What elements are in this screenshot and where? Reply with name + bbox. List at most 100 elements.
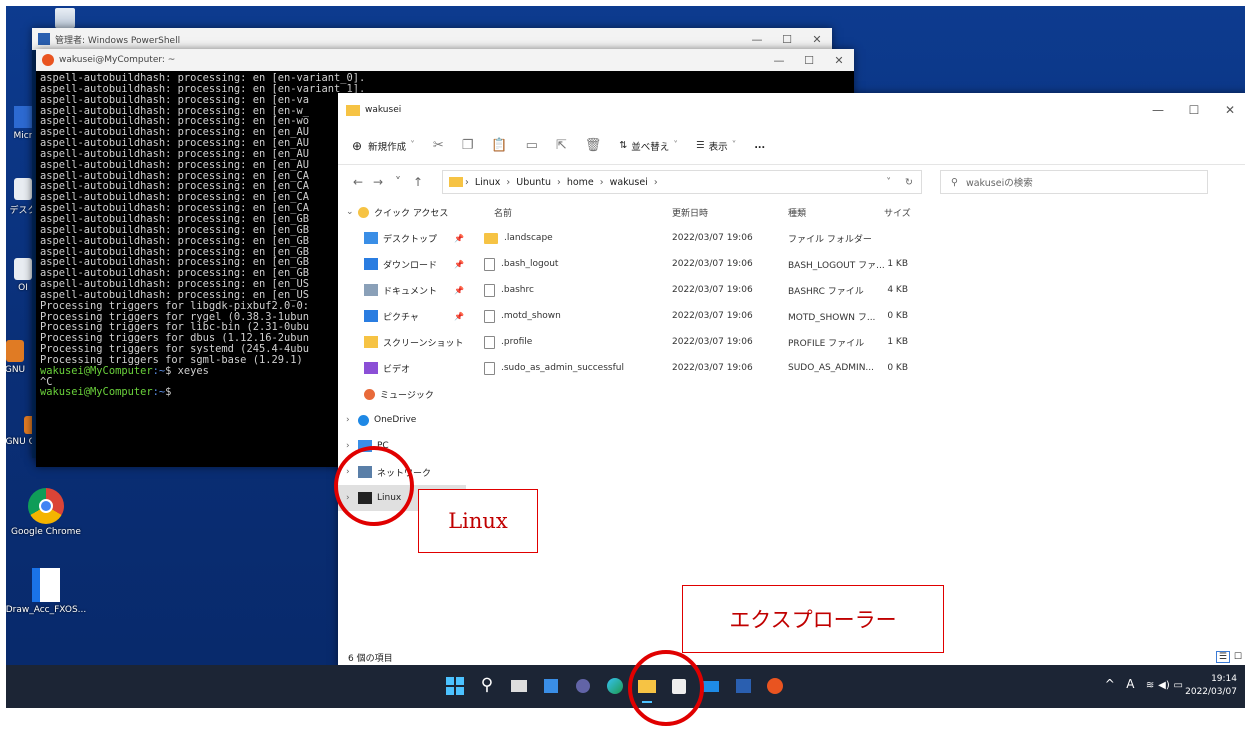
sidebar-item[interactable]: › OneDrive — [338, 407, 466, 433]
sidebar-item-label: ドキュメント — [383, 286, 438, 297]
sidebar-item[interactable]: ドキュメント 📌 — [338, 277, 466, 303]
share-icon[interactable]: ⇱ — [556, 138, 567, 153]
chevron-down-icon[interactable]: ˅ — [886, 177, 891, 188]
annotation-text-explorer: エクスプローラー — [729, 608, 897, 632]
column-date[interactable]: 更新日時 — [666, 206, 782, 219]
minimize-icon[interactable]: — — [764, 54, 794, 67]
rename-icon[interactable]: ▭ — [526, 138, 538, 153]
paste-icon[interactable]: 📋 — [491, 138, 507, 153]
powershell-taskbar-icon[interactable] — [732, 675, 754, 697]
file-row[interactable]: .bash_logout 2022/03/07 19:06 BASH_LOGOUT … — [468, 251, 1245, 277]
file-name-cell: .motd_shown — [468, 309, 666, 323]
file-row[interactable]: .landscape 2022/03/07 19:06 ファイル フォルダー — [468, 225, 1245, 251]
column-name[interactable]: 名前 — [468, 206, 666, 219]
sidebar-item[interactable]: スクリーンショット — [338, 329, 466, 355]
volume-icon[interactable]: ◀) — [1158, 680, 1170, 691]
chevron-right-icon[interactable]: › — [346, 415, 358, 425]
more-button[interactable]: ... — [754, 140, 765, 151]
breadcrumb-ubuntu[interactable]: Ubuntu — [516, 177, 551, 188]
column-type[interactable]: 種類 — [782, 206, 880, 219]
file-date: 2022/03/07 19:06 — [672, 337, 753, 347]
file-row[interactable]: .bashrc 2022/03/07 19:06 BASHRC ファイル 4 KB — [468, 277, 1245, 303]
close-icon[interactable]: ✕ — [824, 54, 854, 67]
chevron-down-icon: ˅ — [410, 140, 415, 151]
edge-icon[interactable] — [604, 675, 626, 697]
file-row[interactable]: .motd_shown 2022/03/07 19:06 MOTD_SHOWN フ.… — [468, 303, 1245, 329]
chevron-right-icon: › — [599, 176, 604, 188]
desktop-icon-draw-acc[interactable]: Draw_Acc_FXOS... — [6, 568, 91, 615]
document-icon — [32, 568, 60, 602]
desktop-icon-google-chrome[interactable]: Google Chrome — [6, 488, 91, 537]
battery-icon[interactable]: ▭ — [1174, 680, 1183, 691]
terminal-titlebar[interactable]: wakusei@MyComputer: ~ — ☐ ✕ — [36, 49, 854, 71]
new-button-label: 新規作成 — [368, 141, 407, 153]
item-count: 6 個の項目 — [348, 653, 393, 664]
powershell-icon — [38, 33, 50, 45]
chrome-icon — [28, 488, 64, 524]
sort-button[interactable]: ⇅ 並べ替え ˅ — [619, 139, 678, 153]
maximize-icon[interactable]: ☐ — [1176, 103, 1212, 117]
powershell-titlebar[interactable]: 管理者: Windows PowerShell — ☐ ✕ — [32, 28, 832, 50]
new-button[interactable]: ⊕ 新規作成 ˅ — [352, 139, 415, 153]
explorer-titlebar[interactable]: wakusei — ☐ ✕ — [338, 93, 1245, 127]
file-row[interactable]: .sudo_as_admin_successful 2022/03/07 19:0… — [468, 355, 1245, 381]
task-view-icon[interactable] — [508, 675, 530, 697]
breadcrumb-home[interactable]: home — [567, 177, 594, 188]
forward-icon[interactable]: → — [368, 175, 388, 189]
search-input[interactable]: ⚲ wakuseiの検索 — [940, 170, 1208, 194]
sidebar-item[interactable]: ダウンロード 📌 — [338, 251, 466, 277]
start-icon[interactable] — [444, 675, 466, 697]
sidebar-item[interactable]: ビデオ — [338, 355, 466, 381]
sidebar-item[interactable]: ピクチャ 📌 — [338, 303, 466, 329]
clock-time: 19:14 — [1211, 674, 1237, 684]
file-type: MOTD_SHOWN フ... — [788, 312, 876, 323]
ime-indicator[interactable]: A — [1126, 677, 1134, 691]
search-icon[interactable]: ⚲ — [476, 675, 498, 697]
address-row: ← → ˅ ↑ › Linux › Ubuntu › home › wakuse… — [338, 165, 1245, 199]
chevron-down-icon: ˅ — [673, 140, 679, 151]
chevron-down-icon[interactable]: ⌄ — [346, 207, 358, 217]
file-size: 1 KB — [887, 337, 908, 347]
close-icon[interactable]: ✕ — [1212, 103, 1245, 117]
sidebar-item[interactable]: デスクトップ 📌 — [338, 225, 466, 251]
sidebar-item[interactable]: ⌄ クイック アクセス — [338, 199, 466, 225]
column-size[interactable]: サイズ — [880, 206, 940, 219]
address-bar[interactable]: › Linux › Ubuntu › home › wakusei › ˅ ↻ — [442, 170, 922, 194]
details-view-icon[interactable]: ☰ — [1215, 651, 1230, 663]
file-name-cell: .bashrc — [468, 283, 666, 297]
file-type: BASHRC ファイル — [788, 286, 864, 297]
minimize-icon[interactable]: — — [742, 33, 772, 46]
search-placeholder: wakuseiの検索 — [965, 178, 1033, 189]
refresh-icon[interactable]: ↻ — [905, 177, 913, 188]
breadcrumb-linux[interactable]: Linux — [475, 177, 501, 188]
back-icon[interactable]: ← — [348, 175, 368, 189]
maximize-icon[interactable]: ☐ — [794, 54, 824, 67]
delete-icon[interactable]: 🗑 — [585, 138, 602, 153]
sort-button-label: 並べ替え — [631, 141, 670, 153]
close-icon[interactable]: ✕ — [802, 33, 832, 46]
file-name-cell: .sudo_as_admin_successful — [468, 361, 666, 375]
recent-dropdown-icon[interactable]: ˅ — [388, 175, 408, 189]
wifi-icon[interactable]: ≋ — [1146, 680, 1154, 691]
file-row[interactable]: .profile 2022/03/07 19:06 PROFILE ファイル 1 KB — [468, 329, 1245, 355]
clock[interactable]: 19:14 2022/03/07 — [1185, 673, 1237, 699]
copy-icon[interactable]: ❐ — [462, 138, 474, 153]
document-icon — [364, 284, 378, 296]
file-icon — [484, 257, 495, 271]
cut-icon[interactable]: ✂ — [433, 138, 444, 153]
cloud-icon — [358, 414, 369, 426]
teams-chat-icon[interactable] — [572, 675, 594, 697]
breadcrumb-wakusei[interactable]: wakusei — [610, 177, 648, 188]
sidebar-item-label: ダウンロード — [383, 260, 438, 271]
sidebar-item[interactable]: ミュージック — [338, 381, 466, 407]
view-button[interactable]: ☰ 表示 ˅ — [696, 139, 736, 153]
chevron-up-icon[interactable]: ^ — [1105, 677, 1115, 691]
tiles-view-icon[interactable]: ☐ — [1234, 652, 1242, 662]
ubuntu-taskbar-icon[interactable] — [764, 675, 786, 697]
up-icon[interactable]: ↑ — [408, 175, 428, 189]
maximize-icon[interactable]: ☐ — [772, 33, 802, 46]
file-explorer-window[interactable]: wakusei — ☐ ✕ ⊕ 新規作成 ˅ ✂ ❐ 📋 ▭ ⇱ 🗑 ⇅ 並べ替え ˅ … — [338, 93, 1245, 668]
minimize-icon[interactable]: — — [1140, 103, 1176, 117]
system-tray[interactable]: ^ A ≋ ◀) ▭ — [1105, 677, 1183, 691]
widgets-icon[interactable] — [540, 675, 562, 697]
